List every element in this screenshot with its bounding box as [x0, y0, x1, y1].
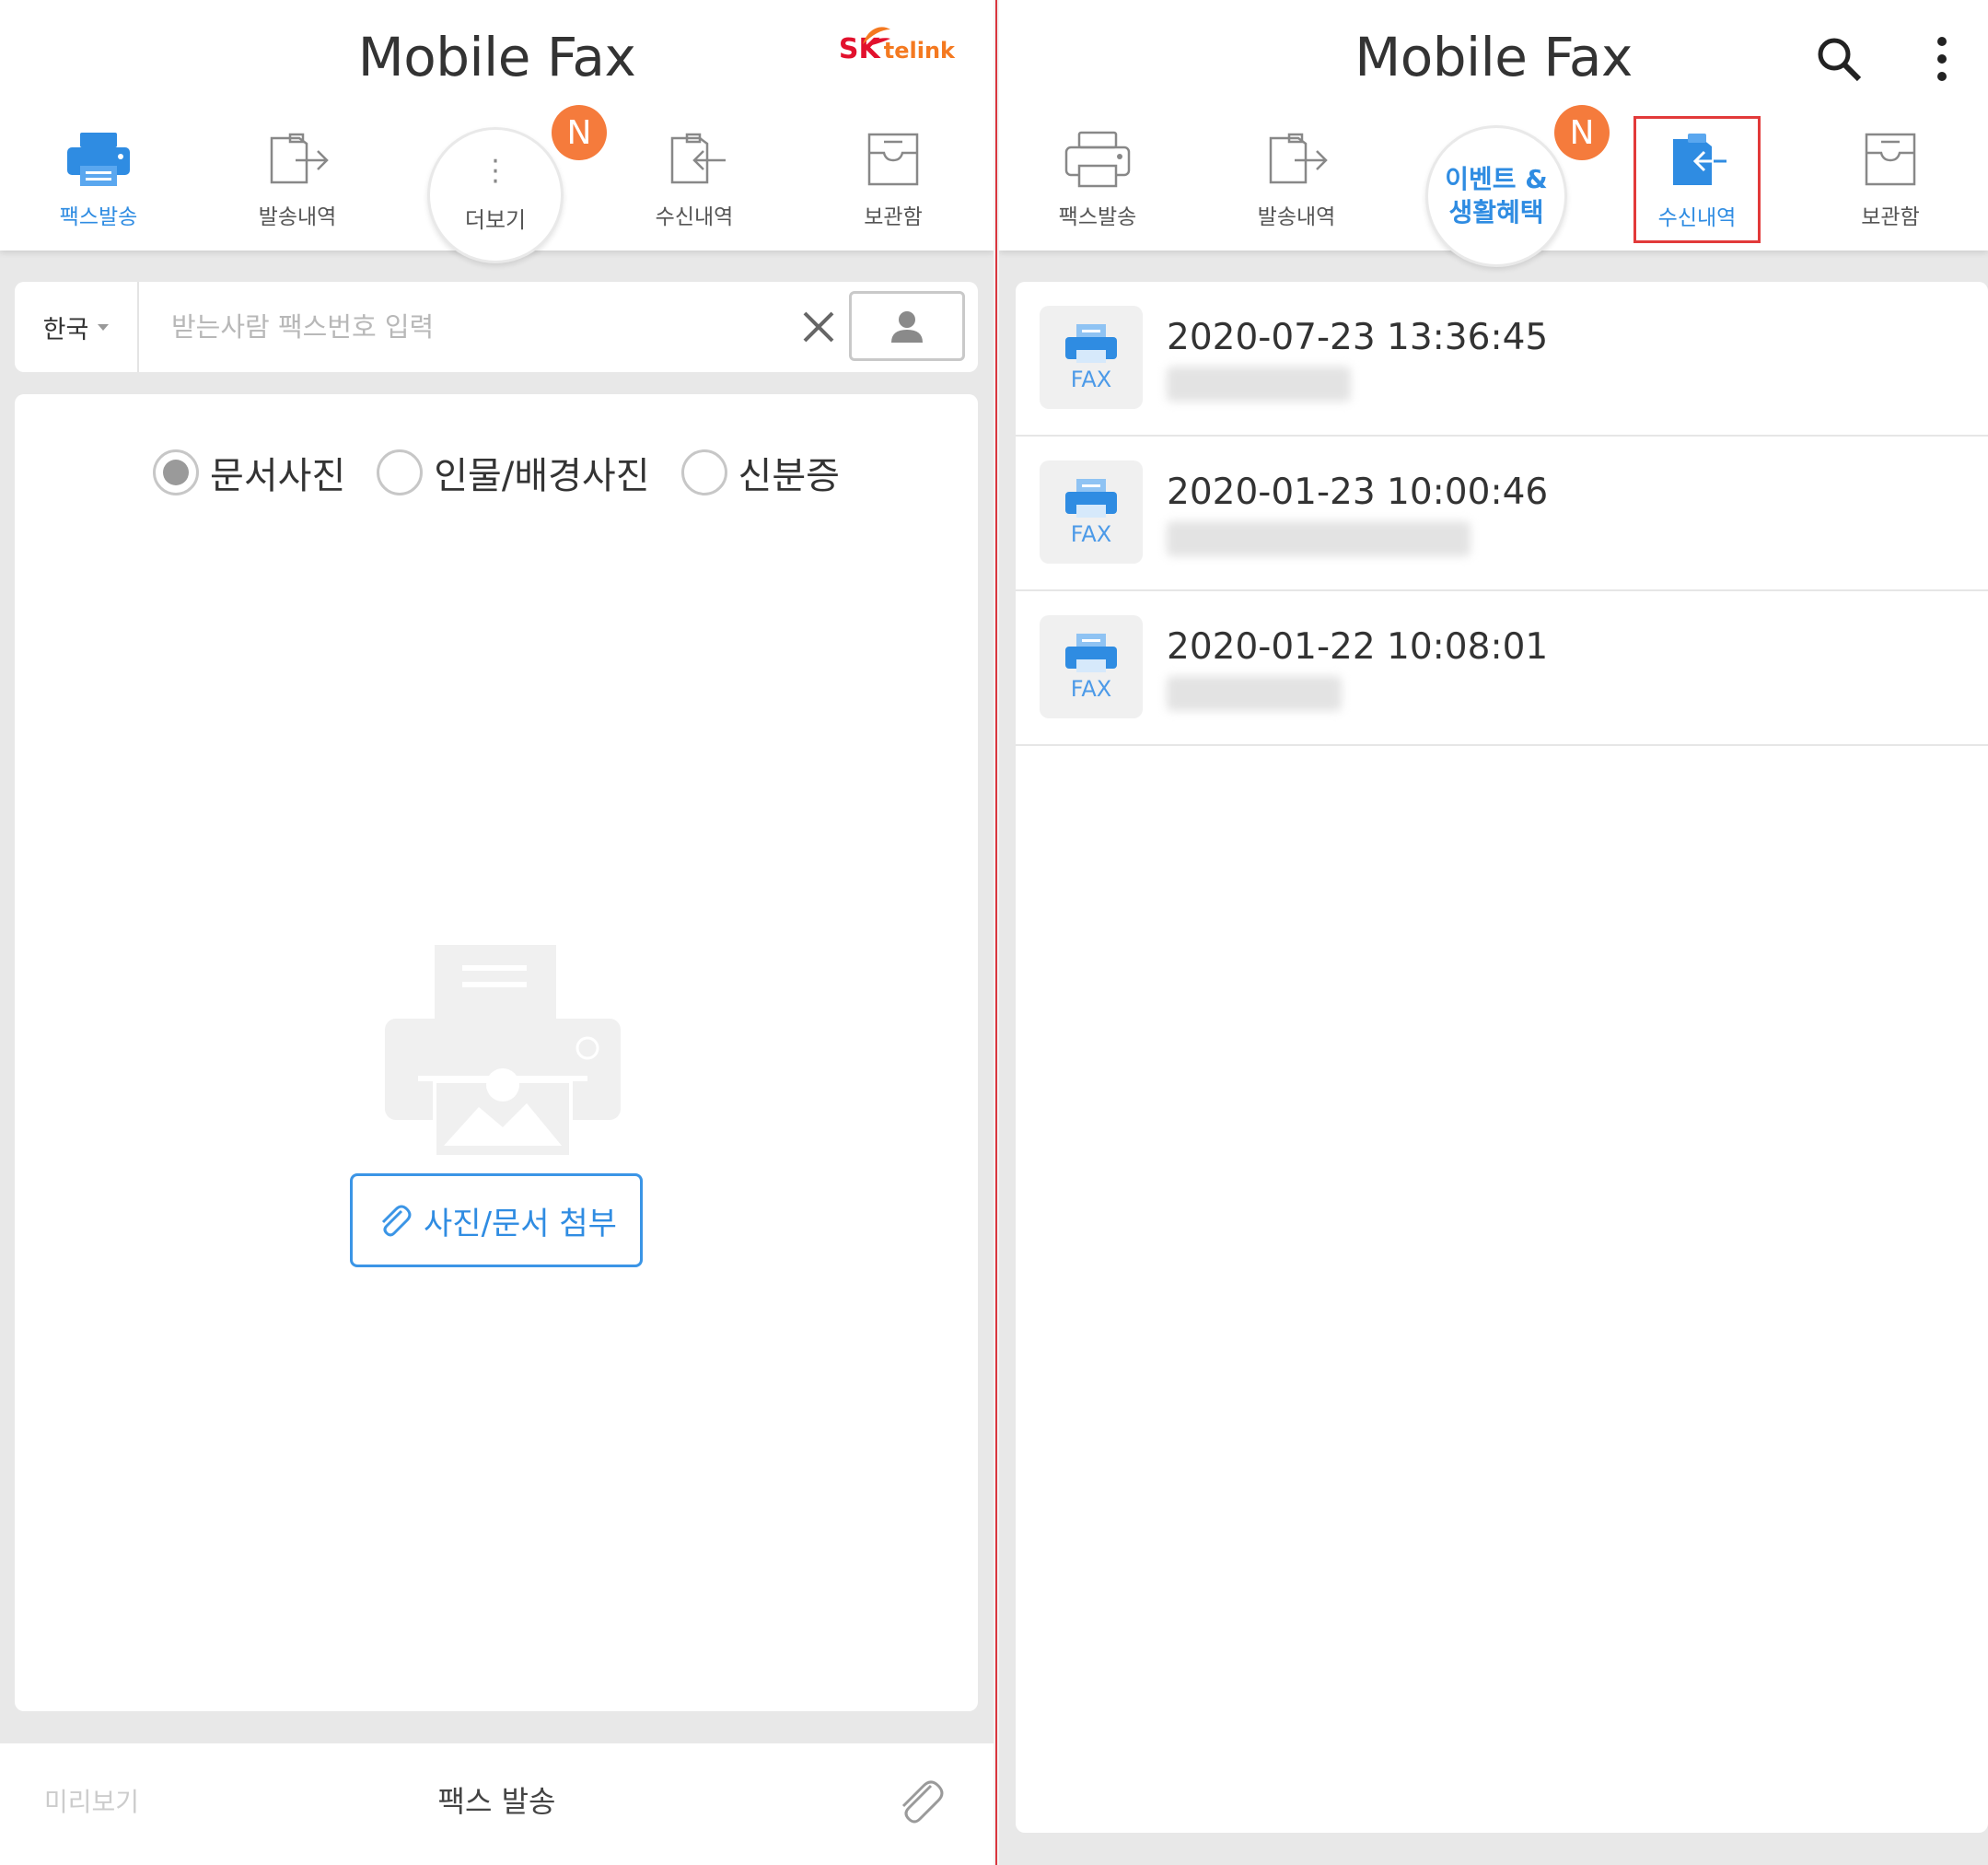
radio-label: 문서사진 [210, 455, 346, 497]
caret-down-icon [98, 323, 110, 331]
attach-file-button[interactable]: 사진/문서 첨부 [350, 1173, 643, 1267]
nav-label: 팩스발송 [59, 205, 138, 229]
fax-received-date: 2020-07-23 13:36:45 [1167, 317, 1549, 358]
nav-fax-send[interactable]: 팩스발송 [1024, 129, 1171, 239]
list-item[interactable]: FAX 2020-01-23 10:00:46 [1016, 437, 1988, 591]
archive-box-icon [1865, 133, 1916, 186]
nav-label: 보관함 [1861, 205, 1920, 229]
radio-id-card[interactable]: 신분증 [680, 446, 840, 499]
recipient-bar: 한국 [15, 282, 978, 372]
new-badge: N [552, 105, 607, 160]
fax-thumbnail: FAX [1040, 306, 1143, 409]
nav-fax-send[interactable]: 팩스발송 [25, 129, 172, 239]
fax-thumb-label: FAX [1070, 521, 1112, 547]
radio-portrait-photo[interactable]: 인물/배경사진 [377, 446, 650, 499]
brand-telink-text: telink [883, 38, 955, 64]
fax-thumb-label: FAX [1070, 367, 1112, 392]
more-dots-icon: · · · [491, 146, 500, 198]
contacts-button[interactable] [849, 291, 965, 361]
nav-received-history[interactable]: 수신내역 [621, 129, 768, 239]
clear-icon[interactable] [796, 304, 842, 350]
printer-icon [67, 133, 130, 186]
fax-received-date: 2020-01-22 10:08:01 [1167, 626, 1549, 668]
radio-circle[interactable] [153, 449, 200, 495]
nav-received-history[interactable]: 수신내역 [1633, 116, 1761, 243]
fax-send-screen: Mobile Fax SK telink 팩스발송 발송내역 · · · 더보기… [0, 0, 994, 1865]
sent-history-icon [270, 133, 329, 184]
nav-archive[interactable]: 보관함 [820, 129, 967, 239]
nav-sent-history[interactable]: 발송내역 [224, 129, 371, 239]
fax-thumbnail: FAX [1040, 460, 1143, 564]
received-history-icon [670, 133, 726, 184]
person-icon [891, 311, 923, 343]
nav-label: 수신내역 [655, 205, 734, 229]
app-header: Mobile Fax SK telink 팩스발송 발송내역 · · · 더보기… [0, 0, 994, 263]
printer-icon [1064, 131, 1131, 188]
more-label: 더보기 [464, 207, 527, 233]
nav-label: 수신내역 [1657, 206, 1737, 230]
received-list-screen: Mobile Fax 팩스발송 발송내역 이벤트 & 생활혜택 N 수신내역 보… [999, 0, 1988, 1865]
paperclip-icon [381, 1205, 412, 1237]
attach-label: 사진/문서 첨부 [424, 1205, 617, 1242]
fax-thumb-label: FAX [1070, 676, 1112, 702]
sk-butterfly-icon [862, 27, 890, 46]
event-benefits-button[interactable]: 이벤트 & 생활혜택 [1425, 125, 1567, 267]
country-select[interactable]: 한국 [15, 282, 139, 372]
new-badge: N [1554, 105, 1610, 160]
event-label: 이벤트 & 생활혜택 [1445, 163, 1547, 229]
printer-illustration-icon [385, 945, 621, 1159]
sent-history-icon [1269, 133, 1328, 184]
fax-printer-icon [1065, 324, 1117, 363]
document-card: 문서사진 인물/배경사진 신분증 사진/문서 첨부 [15, 394, 978, 1711]
search-button[interactable] [1811, 31, 1866, 87]
send-fax-button[interactable]: 팩스 발송 [0, 1778, 994, 1821]
country-value: 한국 [42, 315, 89, 344]
radio-circle[interactable] [377, 449, 424, 495]
nav-label: 발송내역 [1257, 205, 1336, 229]
received-history-icon [1673, 134, 1726, 185]
overflow-menu-button[interactable] [1914, 31, 1970, 87]
nav-archive[interactable]: 보관함 [1817, 129, 1964, 239]
app-header: Mobile Fax 팩스발송 발송내역 이벤트 & 생활혜택 N 수신내역 보… [999, 0, 1988, 267]
fax-sender-redacted [1167, 676, 1342, 711]
bottom-action-bar: 미리보기 팩스 발송 [0, 1743, 994, 1865]
sk-telink-logo: SK telink [839, 27, 955, 65]
fax-sender-redacted [1167, 367, 1351, 402]
radio-label: 신분증 [738, 455, 840, 497]
nav-label: 보관함 [864, 205, 923, 229]
more-menu-button[interactable]: · · · 더보기 [427, 127, 564, 263]
more-vertical-icon [1937, 37, 1947, 81]
photo-type-group: 문서사진 인물/배경사진 신분증 [15, 446, 978, 499]
nav-sent-history[interactable]: 발송내역 [1223, 129, 1370, 239]
fax-printer-icon [1065, 479, 1117, 518]
archive-box-icon [867, 133, 919, 186]
fax-number-input[interactable] [171, 300, 761, 354]
list-item[interactable]: FAX 2020-01-22 10:08:01 [1016, 591, 1988, 746]
fax-thumbnail: FAX [1040, 615, 1143, 718]
fax-printer-icon [1065, 634, 1117, 672]
paperclip-icon[interactable] [892, 1773, 947, 1828]
received-fax-list: FAX 2020-07-23 13:36:45 FAX 2020-01-23 1… [1016, 282, 1988, 1833]
radio-circle[interactable] [680, 449, 727, 495]
nav-label: 팩스발송 [1058, 205, 1137, 229]
event-label-line1: 이벤트 & [1445, 164, 1548, 194]
radio-document-photo[interactable]: 문서사진 [153, 446, 345, 499]
nav-label: 발송내역 [258, 205, 337, 229]
fax-received-date: 2020-01-23 10:00:46 [1167, 472, 1549, 513]
fax-sender-redacted [1167, 521, 1471, 556]
radio-label: 인물/배경사진 [434, 455, 650, 497]
event-label-line2: 생활혜택 [1448, 197, 1544, 227]
search-icon [1818, 38, 1862, 82]
list-item[interactable]: FAX 2020-07-23 13:36:45 [1016, 282, 1988, 437]
